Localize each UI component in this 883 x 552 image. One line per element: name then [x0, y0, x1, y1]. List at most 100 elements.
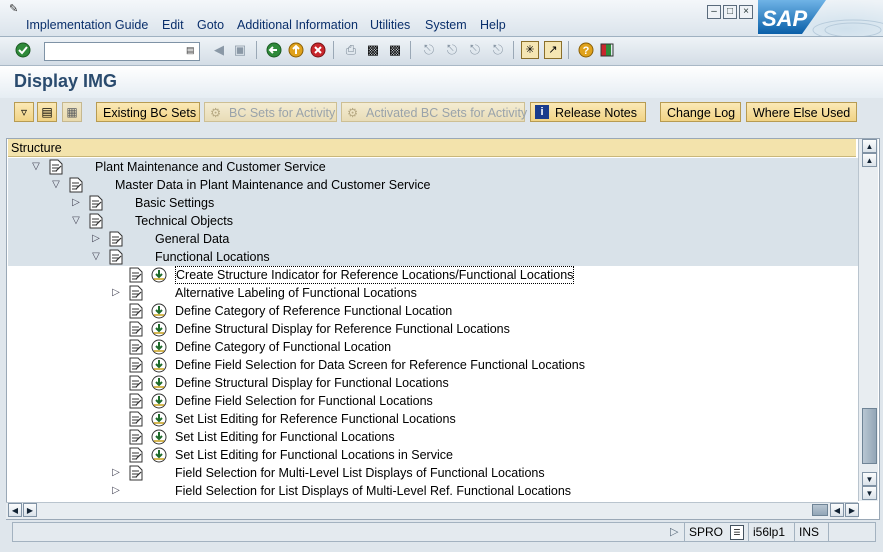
menu-utilities[interactable]: Utilities: [370, 18, 410, 32]
change-log-button[interactable]: Change Log: [660, 102, 741, 122]
scroll-down-icon[interactable]: ▼: [862, 472, 877, 486]
execute-activity-icon[interactable]: [151, 303, 167, 319]
existing-bc-sets-button[interactable]: Existing BC Sets: [96, 102, 200, 122]
bc-sets-for-activity-button[interactable]: ⚙ BC Sets for Activity: [204, 102, 337, 122]
execute-activity-icon[interactable]: [151, 321, 167, 337]
back-icon[interactable]: [265, 41, 283, 59]
tree-node-label[interactable]: Define Category of Functional Location: [175, 338, 391, 356]
minimize-icon[interactable]: –: [707, 5, 721, 19]
print-icon[interactable]: ⎙: [342, 41, 360, 59]
documentation-icon[interactable]: [129, 357, 143, 373]
tree-row[interactable]: ▷ Field Selection for Multi-Level List Di…: [8, 464, 858, 482]
tree-row[interactable]: ▷ General Data: [8, 230, 858, 248]
expand-node-icon[interactable]: ▷: [111, 284, 121, 302]
tree-node-label[interactable]: Technical Objects: [135, 212, 233, 230]
back-arrow-icon[interactable]: ◀: [210, 41, 228, 59]
menu-help[interactable]: Help: [480, 18, 506, 32]
prev-page-icon[interactable]: ⎋: [443, 41, 461, 59]
tree-node-label[interactable]: Set List Editing for Functional Location…: [175, 428, 395, 446]
documentation-icon[interactable]: [129, 267, 143, 283]
last-page-icon[interactable]: ⎋: [489, 41, 507, 59]
documentation-icon[interactable]: [89, 195, 103, 211]
exit-icon[interactable]: [287, 41, 305, 59]
menu-implementation-guide[interactable]: Implementation Guide: [26, 18, 148, 32]
documentation-icon[interactable]: [129, 321, 143, 337]
first-page-icon[interactable]: ⎋: [420, 41, 438, 59]
scroll-right-icon[interactable]: ◀: [830, 503, 844, 517]
maximize-icon[interactable]: □: [723, 5, 737, 19]
scroll-top-icon[interactable]: ▲: [862, 139, 877, 153]
tree-node-label[interactable]: Master Data in Plant Maintenance and Cus…: [115, 176, 430, 194]
menu-goto[interactable]: Goto: [197, 18, 224, 32]
menu-system[interactable]: System: [425, 18, 467, 32]
expand-node-icon[interactable]: ▷: [111, 464, 121, 482]
system-menu-icon[interactable]: ✎: [9, 3, 23, 15]
set-favorite-icon[interactable]: ▦: [62, 102, 82, 122]
expand-node-icon[interactable]: ▷: [71, 194, 81, 212]
tree-node-label[interactable]: Set List Editing for Functional Location…: [175, 446, 453, 464]
collapse-node-icon[interactable]: ▽: [31, 158, 41, 176]
documentation-icon[interactable]: [129, 303, 143, 319]
tree-row[interactable]: Define Category of Reference Functional …: [8, 302, 858, 320]
documentation-icon[interactable]: [129, 447, 143, 463]
tree-row[interactable]: Define Field Selection for Data Screen f…: [8, 356, 858, 374]
release-notes-button[interactable]: i Release Notes: [530, 102, 646, 122]
execute-activity-icon[interactable]: [151, 339, 167, 355]
execute-activity-icon[interactable]: [151, 447, 167, 463]
tree-row[interactable]: Set List Editing for Functional Location…: [8, 428, 858, 446]
horizontal-scroll-thumb[interactable]: [812, 504, 828, 516]
tree-node-label[interactable]: Define Category of Reference Functional …: [175, 302, 452, 320]
enter-icon[interactable]: [14, 41, 32, 59]
tree-node-label[interactable]: General Data: [155, 230, 229, 248]
execute-activity-icon[interactable]: [151, 429, 167, 445]
documentation-icon[interactable]: [109, 231, 123, 247]
documentation-icon[interactable]: [89, 213, 103, 229]
expand-subtree-icon[interactable]: ▿: [14, 102, 34, 122]
session-info-icon[interactable]: ☰: [730, 525, 744, 540]
tree-node-label[interactable]: Field Selection for List Displays of Mul…: [175, 482, 571, 500]
tree-row[interactable]: ▽ Technical Objects: [8, 212, 858, 230]
execute-activity-icon[interactable]: [151, 267, 167, 283]
scroll-last-icon[interactable]: ▶: [845, 503, 859, 517]
find-icon[interactable]: ▩: [364, 41, 382, 59]
documentation-icon[interactable]: [49, 159, 63, 175]
command-field[interactable]: [44, 42, 200, 61]
documentation-icon[interactable]: [69, 177, 83, 193]
help-icon[interactable]: ?: [577, 41, 595, 59]
documentation-icon[interactable]: [109, 249, 123, 265]
collapse-node-icon[interactable]: ▽: [71, 212, 81, 230]
scroll-first-icon[interactable]: ◀: [8, 503, 22, 517]
tree-row[interactable]: Set List Editing for Functional Location…: [8, 446, 858, 464]
documentation-icon[interactable]: [129, 285, 143, 301]
tree-node-label[interactable]: Define Structural Display for Functional…: [175, 374, 449, 392]
execute-activity-icon[interactable]: [151, 357, 167, 373]
tree-row[interactable]: ▷ Field Selection for List Displays of Mu…: [8, 482, 858, 500]
execute-activity-icon[interactable]: [151, 375, 167, 391]
expand-node-icon[interactable]: ▷: [111, 482, 121, 500]
tree-row[interactable]: ▽ Functional Locations: [8, 248, 858, 266]
execute-activity-icon[interactable]: [151, 411, 167, 427]
where-else-used-button[interactable]: Where Else Used: [746, 102, 857, 122]
collapse-node-icon[interactable]: ▽: [51, 176, 61, 194]
tree-node-label[interactable]: Define Structural Display for Reference …: [175, 320, 510, 338]
documentation-icon[interactable]: [129, 429, 143, 445]
tree-node-label[interactable]: Alternative Labeling of Functional Locat…: [175, 284, 417, 302]
tree-row[interactable]: Define Field Selection for Functional Lo…: [8, 392, 858, 410]
scroll-left-icon[interactable]: ▶: [23, 503, 37, 517]
command-history-icon[interactable]: ▤: [186, 44, 195, 57]
scroll-bottom-icon[interactable]: ▼: [862, 486, 877, 500]
tree-row[interactable]: Create Structure Indicator for Reference…: [8, 266, 858, 284]
menu-additional-information[interactable]: Additional Information: [237, 18, 358, 32]
expand-node-icon[interactable]: ▷: [91, 230, 101, 248]
tree-row[interactable]: ▽ Master Data in Plant Maintenance and Cu…: [8, 176, 858, 194]
save-icon[interactable]: ▣: [231, 41, 249, 59]
vertical-scroll-thumb[interactable]: [862, 408, 877, 464]
documentation-icon[interactable]: [129, 465, 143, 481]
next-page-icon[interactable]: ⎋: [466, 41, 484, 59]
documentation-icon[interactable]: ▤: [37, 102, 57, 122]
find-next-icon[interactable]: ▩: [386, 41, 404, 59]
documentation-icon[interactable]: [129, 411, 143, 427]
status-toggle-icon[interactable]: ▷: [670, 523, 678, 541]
shortcut-icon[interactable]: ↗: [544, 41, 562, 59]
tree-row[interactable]: ▽ Plant Maintenance and Customer Service: [8, 158, 858, 176]
